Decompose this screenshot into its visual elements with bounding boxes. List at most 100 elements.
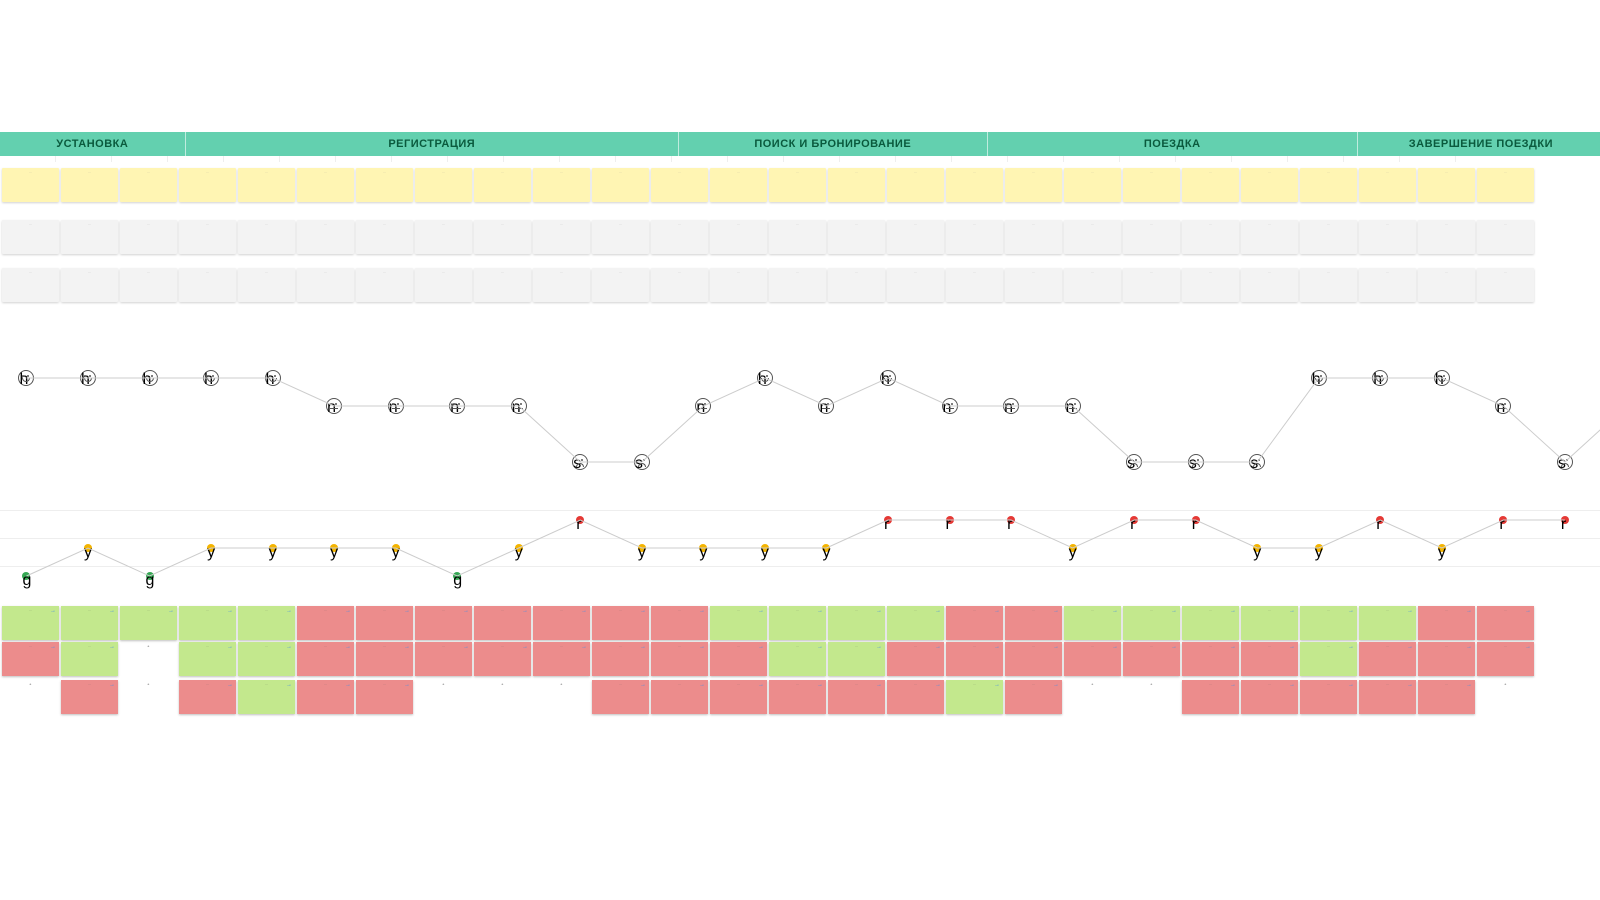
thoughts-row-note[interactable]: … [1005,220,1062,254]
thoughts-row-note[interactable]: … [1241,220,1298,254]
painpoint-note[interactable]: …→ [61,680,118,714]
painpoint-note[interactable]: …→ [1123,642,1180,676]
painpoint-note[interactable]: …→ [1418,642,1475,676]
opportunity-note[interactable]: …→ [61,642,118,676]
painpoint-note[interactable]: …→ [474,642,531,676]
quotes-row-note[interactable]: … [1123,268,1180,302]
quotes-row-note[interactable]: … [1064,268,1121,302]
painpoint-note[interactable]: …→ [1359,642,1416,676]
painpoint-note[interactable]: …→ [1064,642,1121,676]
painpoint-note[interactable]: …→ [651,606,708,640]
actions-row-note[interactable]: … [2,168,59,202]
thoughts-row-note[interactable]: … [1123,220,1180,254]
painpoint-note[interactable]: …→ [592,606,649,640]
painpoint-note[interactable]: …→ [297,642,354,676]
thoughts-row-note[interactable]: … [1182,220,1239,254]
journey-map-canvas[interactable]: УСТАНОВКАРЕГИСТРАЦИЯПОИСК И БРОНИРОВАНИЕ… [0,0,1600,900]
thoughts-row-note[interactable]: … [651,220,708,254]
quotes-row-note[interactable]: … [1005,268,1062,302]
opportunity-note[interactable]: …→ [2,606,59,640]
painpoint-note[interactable]: …→ [474,606,531,640]
actions-row-note[interactable]: … [1064,168,1121,202]
actions-row-note[interactable]: … [120,168,177,202]
painpoint-note[interactable]: …→ [1477,642,1534,676]
thoughts-row-note[interactable]: … [1359,220,1416,254]
painpoint-note[interactable]: …→ [1241,680,1298,714]
actions-row-note[interactable]: … [828,168,885,202]
painpoint-note[interactable]: …→ [356,606,413,640]
quotes-row-note[interactable]: … [356,268,413,302]
painpoint-note[interactable]: …→ [1005,680,1062,714]
actions-row-note[interactable]: … [415,168,472,202]
actions-row-note[interactable]: … [769,168,826,202]
thoughts-row-note[interactable]: … [238,220,295,254]
thoughts-row-note[interactable]: … [179,220,236,254]
quotes-row-note[interactable]: … [1182,268,1239,302]
actions-row-note[interactable]: … [61,168,118,202]
actions-row-note[interactable]: … [179,168,236,202]
painpoint-note[interactable]: …→ [1182,680,1239,714]
painpoint-note[interactable]: …→ [1005,606,1062,640]
opportunity-note[interactable]: …→ [1300,606,1357,640]
opportunity-note[interactable]: …→ [828,642,885,676]
thoughts-row-note[interactable]: … [769,220,826,254]
thoughts-row-note[interactable]: … [2,220,59,254]
quotes-row-note[interactable]: … [297,268,354,302]
actions-row-note[interactable]: … [356,168,413,202]
opportunity-note[interactable]: …→ [1241,606,1298,640]
quotes-row-note[interactable]: … [1359,268,1416,302]
actions-row-note[interactable]: … [887,168,944,202]
quotes-row-note[interactable]: … [1477,268,1534,302]
actions-row-note[interactable]: … [1300,168,1357,202]
opportunity-note[interactable]: …→ [1182,606,1239,640]
painpoint-note[interactable]: …→ [1477,606,1534,640]
thoughts-row-note[interactable]: … [887,220,944,254]
opportunity-note[interactable]: …→ [1123,606,1180,640]
actions-row-note[interactable]: … [533,168,590,202]
quotes-row-note[interactable]: … [946,268,1003,302]
actions-row-note[interactable]: … [1005,168,1062,202]
actions-row-note[interactable]: … [710,168,767,202]
quotes-row-note[interactable]: … [887,268,944,302]
thoughts-row-note[interactable]: … [946,220,1003,254]
quotes-row-note[interactable]: … [828,268,885,302]
quotes-row-note[interactable]: … [2,268,59,302]
thoughts-row-note[interactable]: … [415,220,472,254]
opportunity-note[interactable]: …→ [238,642,295,676]
actions-row-note[interactable]: … [1418,168,1475,202]
painpoint-note[interactable]: …→ [356,642,413,676]
painpoint-note[interactable]: …→ [415,606,472,640]
painpoint-note[interactable]: …→ [769,680,826,714]
quotes-row-note[interactable]: … [120,268,177,302]
thoughts-row-note[interactable]: … [828,220,885,254]
thoughts-row-note[interactable]: … [1477,220,1534,254]
opportunity-note[interactable]: …→ [238,606,295,640]
thoughts-row-note[interactable]: … [474,220,531,254]
opportunity-note[interactable]: …→ [61,606,118,640]
actions-row-note[interactable]: … [1182,168,1239,202]
opportunity-note[interactable]: …→ [887,606,944,640]
opportunity-note[interactable]: …→ [238,680,295,714]
actions-row-note[interactable]: … [946,168,1003,202]
painpoint-note[interactable]: …→ [887,680,944,714]
opportunity-note[interactable]: …→ [120,606,177,640]
quotes-row-note[interactable]: … [592,268,649,302]
thoughts-row-note[interactable]: … [297,220,354,254]
actions-row-note[interactable]: … [592,168,649,202]
painpoint-note[interactable]: …→ [887,642,944,676]
thoughts-row-note[interactable]: … [1300,220,1357,254]
painpoint-note[interactable]: …→ [946,606,1003,640]
painpoint-note[interactable]: …→ [710,680,767,714]
thoughts-row-note[interactable]: … [710,220,767,254]
painpoint-note[interactable]: …→ [651,642,708,676]
quotes-row-note[interactable]: … [415,268,472,302]
actions-row-note[interactable]: … [238,168,295,202]
painpoint-note[interactable]: …→ [2,642,59,676]
quotes-row-note[interactable]: … [533,268,590,302]
painpoint-note[interactable]: …→ [946,642,1003,676]
painpoint-note[interactable]: …→ [297,680,354,714]
quotes-row-note[interactable]: … [179,268,236,302]
actions-row-note[interactable]: … [651,168,708,202]
painpoint-note[interactable]: …→ [592,680,649,714]
opportunity-note[interactable]: …→ [828,606,885,640]
